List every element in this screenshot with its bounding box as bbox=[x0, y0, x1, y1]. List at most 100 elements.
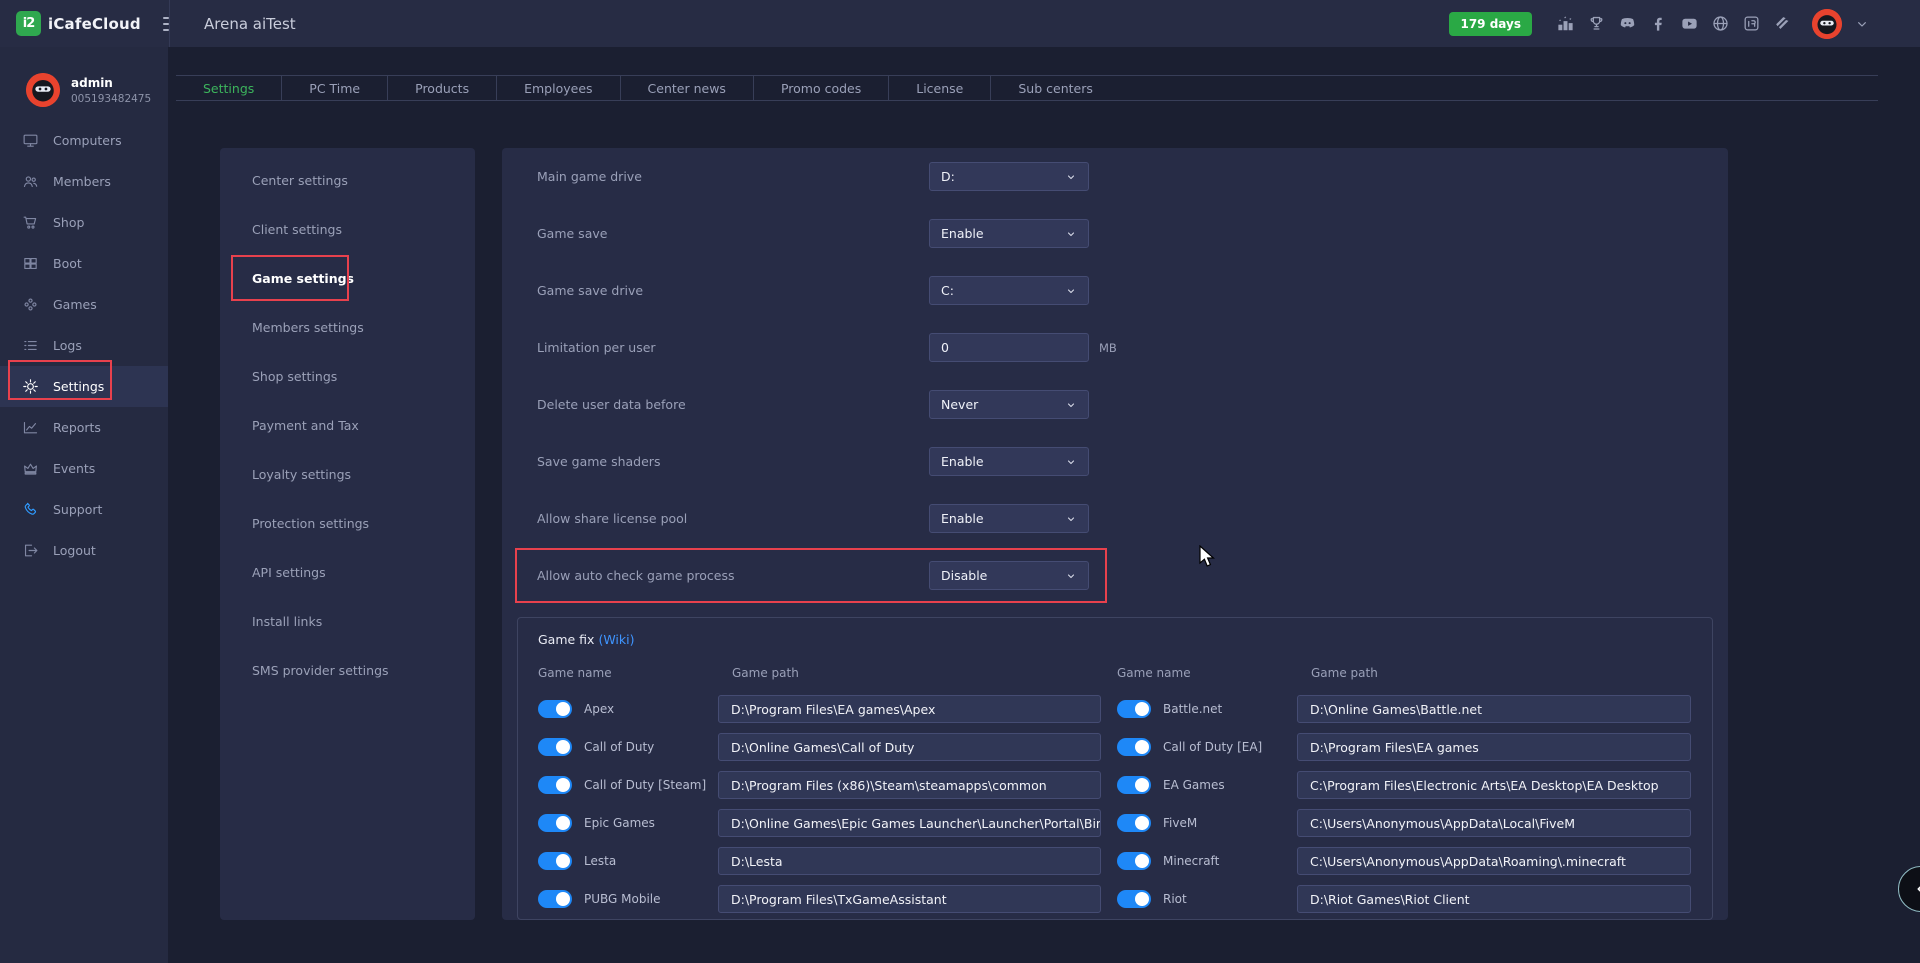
sidebar-user-block: admin 005193482475 bbox=[0, 47, 168, 115]
sidebar-item-computers[interactable]: Computers bbox=[0, 120, 168, 161]
tab-center-news[interactable]: Center news bbox=[621, 76, 754, 100]
trophy-icon[interactable] bbox=[1587, 14, 1606, 33]
discord-icon[interactable] bbox=[1618, 14, 1637, 33]
toggle-call-of-duty[interactable] bbox=[538, 738, 572, 756]
select-game-save-drive[interactable]: C: bbox=[929, 276, 1089, 305]
user-id: 005193482475 bbox=[71, 93, 151, 105]
chevron-down-icon bbox=[1065, 399, 1077, 411]
select-allow-auto-check-game-process[interactable]: Disable bbox=[929, 561, 1089, 590]
submenu-item-protection-settings[interactable]: Protection settings bbox=[220, 499, 475, 548]
submenu-item-api-settings[interactable]: API settings bbox=[220, 548, 475, 597]
sidebar-item-reports[interactable]: Reports bbox=[0, 407, 168, 448]
user-avatar[interactable] bbox=[1812, 9, 1842, 39]
submenu-item-client-settings[interactable]: Client settings bbox=[220, 205, 475, 254]
tab-products[interactable]: Products bbox=[388, 76, 497, 100]
select-value: Enable bbox=[941, 511, 984, 526]
chevron-down-icon bbox=[1065, 171, 1077, 183]
select-main-game-drive[interactable]: D: bbox=[929, 162, 1089, 191]
toggle-epic-games[interactable] bbox=[538, 814, 572, 832]
form-row-limitation-per-user: Limitation per user0MB bbox=[502, 319, 1728, 376]
sidebar-item-label: Computers bbox=[53, 133, 122, 148]
submenu-item-sms-provider-settings[interactable]: SMS provider settings bbox=[220, 646, 475, 695]
field-label: Limitation per user bbox=[537, 340, 929, 355]
sidebar-item-boot[interactable]: Boot bbox=[0, 243, 168, 284]
sidebar-item-logout[interactable]: Logout bbox=[0, 530, 168, 571]
icafecloud-mark-icon[interactable] bbox=[1742, 14, 1761, 33]
submenu-item-payment-and-tax[interactable]: Payment and Tax bbox=[220, 401, 475, 450]
game-path-input-fivem[interactable]: C:\Users\Anonymous\AppData\Local\FiveM bbox=[1297, 809, 1691, 837]
toggle-battle-net[interactable] bbox=[1117, 700, 1151, 718]
sidebar-item-logs[interactable]: Logs bbox=[0, 325, 168, 366]
game-path-input-minecraft[interactable]: C:\Users\Anonymous\AppData\Roaming\.mine… bbox=[1297, 847, 1691, 875]
game-path-input-call-of-duty[interactable]: D:\Online Games\Call of Duty bbox=[718, 733, 1101, 761]
select-value: D: bbox=[941, 169, 955, 184]
game-path-input-lesta[interactable]: D:\Lesta bbox=[718, 847, 1101, 875]
toggle-fivem[interactable] bbox=[1117, 814, 1151, 832]
submenu-item-game-settings[interactable]: Game settings bbox=[220, 254, 475, 303]
license-days-badge[interactable]: 179 days bbox=[1449, 12, 1532, 36]
sidebar-item-support[interactable]: Support bbox=[0, 489, 168, 530]
toggle-minecraft[interactable] bbox=[1117, 852, 1151, 870]
toggle-apex[interactable] bbox=[538, 700, 572, 718]
toggle-lesta[interactable] bbox=[538, 852, 572, 870]
select-value: Enable bbox=[941, 454, 984, 469]
game-row-lesta: Lesta bbox=[538, 852, 718, 870]
sidebar-user-avatar[interactable] bbox=[26, 73, 60, 107]
tab-promo-codes[interactable]: Promo codes bbox=[754, 76, 889, 100]
game-path-input-call-of-duty-steam[interactable]: D:\Program Files (x86)\Steam\steamapps\c… bbox=[718, 771, 1101, 799]
field-label: Allow share license pool bbox=[537, 511, 929, 526]
toggle-riot[interactable] bbox=[1117, 890, 1151, 908]
game-path-input-epic-games[interactable]: D:\Online Games\Epic Games Launcher\Laun… bbox=[718, 809, 1101, 837]
toggle-ea-games[interactable] bbox=[1117, 776, 1151, 794]
game-row-apex: Apex bbox=[538, 700, 718, 718]
chevron-down-icon bbox=[1065, 285, 1077, 297]
menu-toggle-button[interactable] bbox=[163, 17, 169, 31]
select-value: Enable bbox=[941, 226, 984, 241]
toggle-pubg-mobile[interactable] bbox=[538, 890, 572, 908]
facebook-icon[interactable] bbox=[1649, 14, 1668, 33]
select-allow-share-license-pool[interactable]: Enable bbox=[929, 504, 1089, 533]
input-limitation-per-user[interactable]: 0 bbox=[929, 333, 1089, 362]
submenu-item-members-settings[interactable]: Members settings bbox=[220, 303, 475, 352]
slides-icon[interactable] bbox=[1773, 14, 1792, 33]
toggle-call-of-duty-ea[interactable] bbox=[1117, 738, 1151, 756]
tab-sub-centers[interactable]: Sub centers bbox=[991, 76, 1120, 100]
game-path-input-pubg-mobile[interactable]: D:\Program Files\TxGameAssistant bbox=[718, 885, 1101, 913]
collapse-panel-button[interactable] bbox=[1898, 866, 1920, 912]
tab-pc-time[interactable]: PC Time bbox=[282, 76, 388, 100]
game-path-input-ea-games[interactable]: C:\Program Files\Electronic Arts\EA Desk… bbox=[1297, 771, 1691, 799]
app-root: i2 iCafeCloud Arena aiTest 179 days admi… bbox=[0, 0, 1920, 963]
sidebar-item-members[interactable]: Members bbox=[0, 161, 168, 202]
game-settings-form: Main game driveD:Game saveEnableGame sav… bbox=[502, 148, 1728, 604]
sidebar-item-events[interactable]: Events bbox=[0, 448, 168, 489]
globe-icon[interactable] bbox=[1711, 14, 1730, 33]
gear-icon bbox=[22, 378, 39, 395]
submenu-item-center-settings[interactable]: Center settings bbox=[220, 156, 475, 205]
wiki-link[interactable]: (Wiki) bbox=[598, 632, 634, 647]
game-path-input-apex[interactable]: D:\Program Files\EA games\Apex bbox=[718, 695, 1101, 723]
chevron-down-icon[interactable] bbox=[1854, 16, 1870, 32]
select-save-game-shaders[interactable]: Enable bbox=[929, 447, 1089, 476]
game-path-input-call-of-duty-ea[interactable]: D:\Program Files\EA games bbox=[1297, 733, 1691, 761]
game-path-input-battle-net[interactable]: D:\Online Games\Battle.net bbox=[1297, 695, 1691, 723]
tab-license[interactable]: License bbox=[889, 76, 991, 100]
toggle-call-of-duty-steam[interactable] bbox=[538, 776, 572, 794]
tab-settings[interactable]: Settings bbox=[176, 76, 282, 100]
ranking-icon[interactable] bbox=[1556, 14, 1575, 33]
submenu-item-loyalty-settings[interactable]: Loyalty settings bbox=[220, 450, 475, 499]
select-delete-user-data-before[interactable]: Never bbox=[929, 390, 1089, 419]
form-row-allow-share-license-pool: Allow share license pool Enable bbox=[502, 490, 1728, 547]
youtube-icon[interactable] bbox=[1680, 14, 1699, 33]
sidebar-item-shop[interactable]: Shop bbox=[0, 202, 168, 243]
chart-icon bbox=[22, 419, 39, 436]
submenu-item-install-links[interactable]: Install links bbox=[220, 597, 475, 646]
tab-employees[interactable]: Employees bbox=[497, 76, 620, 100]
select-game-save[interactable]: Enable bbox=[929, 219, 1089, 248]
sidebar-item-games[interactable]: Games bbox=[0, 284, 168, 325]
game-fix-section: Game fix (Wiki) Game nameGame pathApexD:… bbox=[517, 617, 1713, 920]
game-name-label: PUBG Mobile bbox=[584, 892, 661, 906]
game-path-input-riot[interactable]: D:\Riot Games\Riot Client bbox=[1297, 885, 1691, 913]
submenu-item-shop-settings[interactable]: Shop settings bbox=[220, 352, 475, 401]
sidebar-item-settings[interactable]: Settings bbox=[0, 366, 168, 407]
game-row-battle-net: Battle.net bbox=[1117, 700, 1297, 718]
